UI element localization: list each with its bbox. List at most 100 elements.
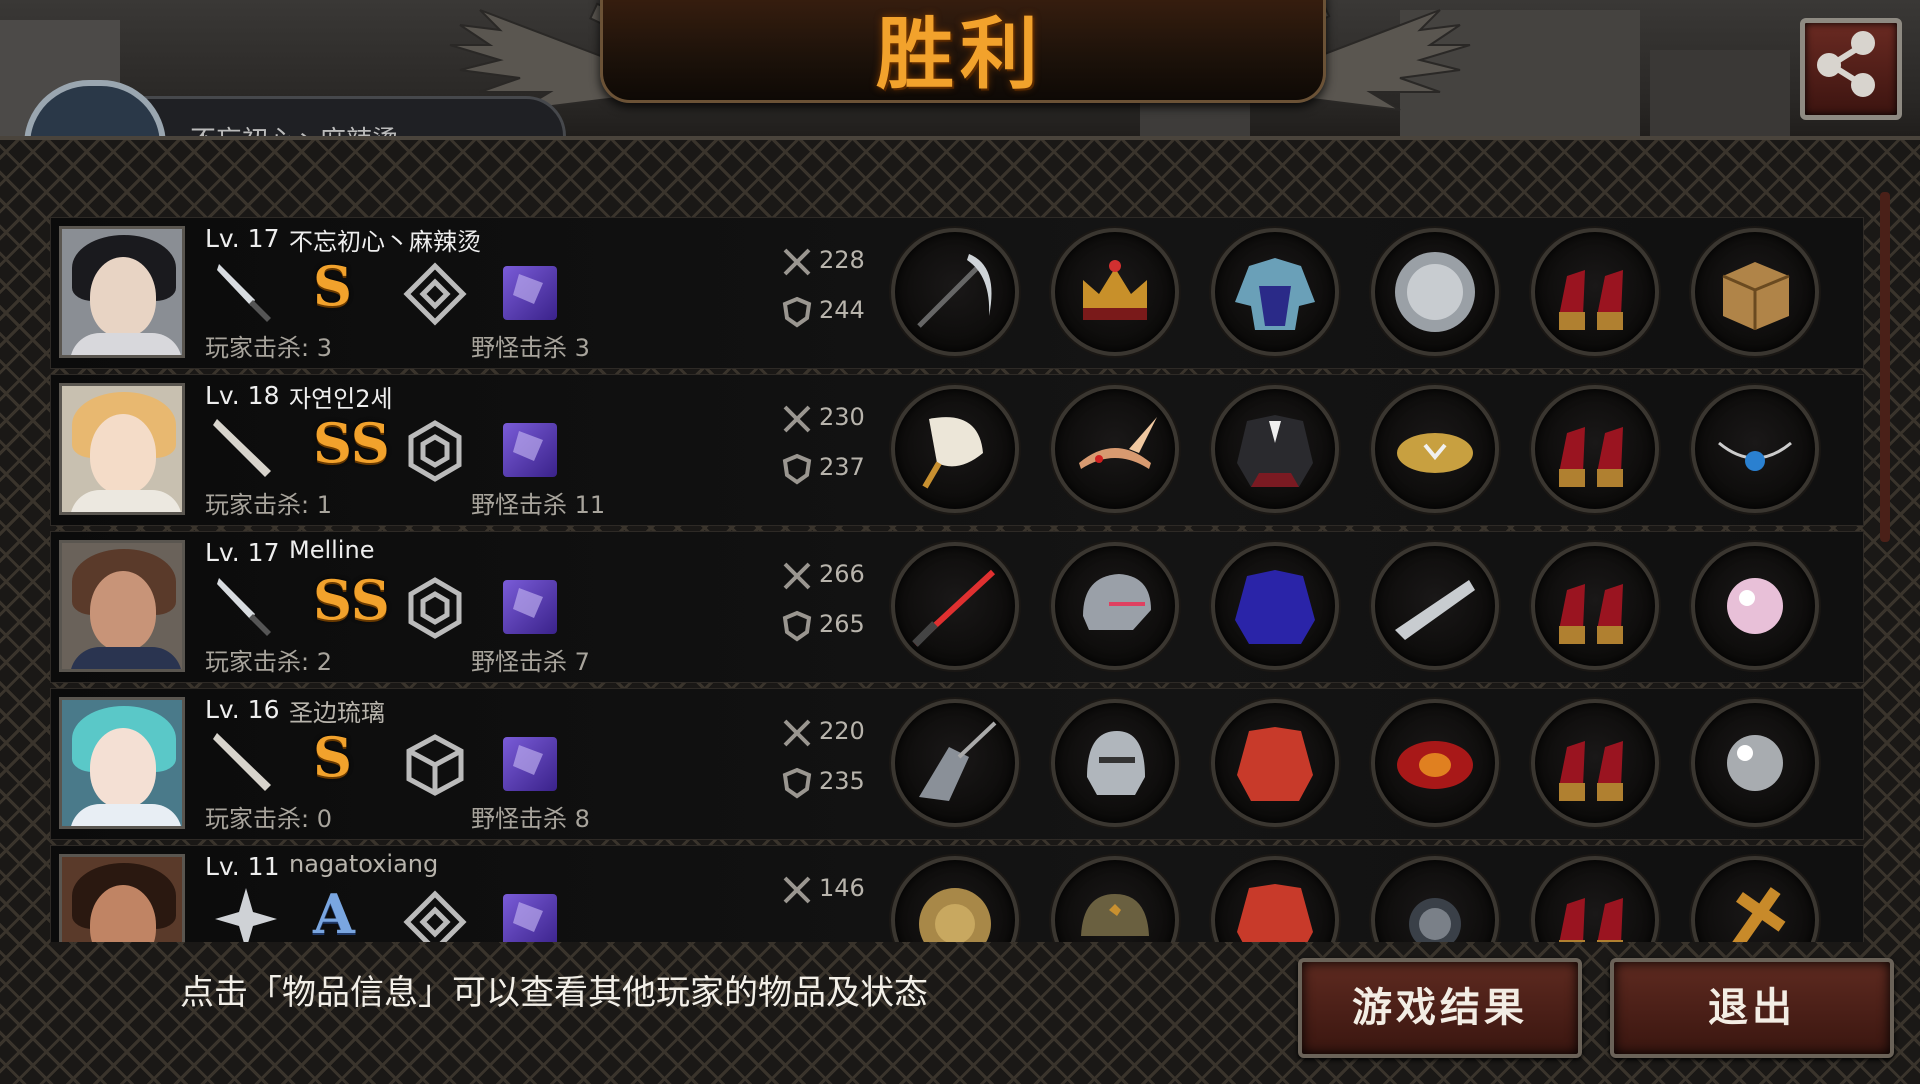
item-slot-arm[interactable] <box>1371 228 1499 356</box>
item-slot-accessory[interactable] <box>1691 542 1819 670</box>
item-slot-accessory[interactable] <box>1691 385 1819 513</box>
item-slot-head[interactable] <box>1051 385 1179 513</box>
red-heels-icon <box>1559 427 1623 487</box>
red-heels-icon <box>1559 270 1623 330</box>
blade-gauntlet-icon <box>1395 580 1475 640</box>
monster-kills: 野怪击杀 11 <box>471 491 606 519</box>
item-slot-weapon[interactable] <box>891 542 1019 670</box>
item-slot-chest[interactable] <box>1211 385 1339 513</box>
grade-badge: S <box>313 725 352 789</box>
item-slot-chest[interactable] <box>1211 699 1339 827</box>
player-portrait <box>59 697 185 829</box>
item-slot-leg[interactable] <box>1531 699 1659 827</box>
player-results-list[interactable]: Lv. 17 不忘初心丶麻辣烫 S 玩家击杀: 3 野怪击杀 3 228 244… <box>50 217 1865 942</box>
monster-kill-icon <box>503 266 557 320</box>
shield-icon <box>782 453 812 485</box>
player-portrait <box>59 383 185 515</box>
crossed-swords-icon <box>783 248 811 276</box>
item-slot-weapon[interactable] <box>891 699 1019 827</box>
item-slot-arm[interactable] <box>1371 385 1499 513</box>
grade-badge: S <box>313 254 352 318</box>
monster-kill-icon <box>503 894 557 942</box>
share-icon <box>1817 31 1875 97</box>
item-slot-arm[interactable] <box>1371 699 1499 827</box>
red-jacket-icon <box>1237 727 1313 801</box>
crossed-swords-icon <box>783 719 811 747</box>
item-slot-leg[interactable] <box>1531 542 1659 670</box>
helmet-icon <box>1083 574 1151 630</box>
item-slot-head[interactable] <box>1051 542 1179 670</box>
scythe-icon <box>917 254 992 328</box>
item-slot-weapon[interactable] <box>891 385 1019 513</box>
monster-kill-icon <box>503 580 557 634</box>
player-row[interactable]: Lv. 18 자연인2세 SS 玩家击杀: 1 野怪击杀 11 230 237 <box>50 374 1864 526</box>
game-results-button[interactable]: 游戏结果 <box>1298 958 1582 1058</box>
player-row[interactable]: Lv. 16 圣边琉璃 S 玩家击杀: 0 野怪击杀 8 220 235 <box>50 688 1864 840</box>
shuriken-icon <box>215 888 277 942</box>
cross-icon <box>1728 887 1786 942</box>
item-slot-leg[interactable] <box>1531 385 1659 513</box>
player-row[interactable]: Lv. 11 nagatoxiang A 146 <box>50 845 1864 942</box>
winged-tiara-icon <box>1079 417 1157 469</box>
statue-weapon-icon <box>919 721 997 801</box>
item-slot-accessory[interactable] <box>1691 699 1819 827</box>
red-heels-icon <box>1559 741 1623 801</box>
player-portrait <box>59 226 185 358</box>
player-portrait <box>59 854 185 942</box>
red-heels-icon <box>1559 584 1623 644</box>
item-slot-head[interactable] <box>1051 856 1179 942</box>
item-slot-head[interactable] <box>1051 699 1179 827</box>
watch-icon <box>1409 898 1461 942</box>
gem-necklace-icon <box>1718 441 1792 471</box>
list-scrollbar[interactable] <box>1880 192 1890 542</box>
item-slot-leg[interactable] <box>1531 856 1659 942</box>
crossed-swords-icon <box>783 562 811 590</box>
monster-kill-icon <box>503 423 557 477</box>
knife-icon <box>217 578 271 636</box>
player-level: Lv. 18 <box>205 381 280 410</box>
monster-kills: 野怪击杀 8 <box>471 805 590 833</box>
robe-icon <box>1235 258 1315 330</box>
player-row[interactable]: Lv. 17 Melline SS 玩家击杀: 2 野怪击杀 7 266 265 <box>50 531 1864 683</box>
item-slot-accessory[interactable] <box>1691 228 1819 356</box>
crossed-swords-icon <box>783 405 811 433</box>
grade-badge: SS <box>313 568 390 632</box>
tier-diamond-icon <box>403 890 467 942</box>
player-level: Lv. 11 <box>205 852 280 881</box>
item-slot-weapon[interactable] <box>891 856 1019 942</box>
player-level: Lv. 16 <box>205 695 280 724</box>
item-slot-head[interactable] <box>1051 228 1179 356</box>
monster-kills: 野怪击杀 7 <box>471 648 590 676</box>
item-slot-chest[interactable] <box>1211 542 1339 670</box>
item-slot-leg[interactable] <box>1531 228 1659 356</box>
knife-icon <box>217 264 271 322</box>
exit-button[interactable]: 退出 <box>1610 958 1894 1058</box>
share-button[interactable] <box>1800 18 1902 120</box>
army-helmet-icon <box>1081 894 1149 936</box>
item-slot-chest[interactable] <box>1211 856 1339 942</box>
shield-icon <box>782 767 812 799</box>
attack-stat: 228 <box>781 244 881 280</box>
item-slot-chest[interactable] <box>1211 228 1339 356</box>
round-shield-icon <box>919 888 991 942</box>
victory-title: 胜利 <box>875 9 1044 100</box>
attack-stat: 220 <box>781 715 881 751</box>
item-slot-weapon[interactable] <box>891 228 1019 356</box>
monster-kill-icon <box>503 737 557 791</box>
player-row[interactable]: Lv. 17 不忘初心丶麻辣烫 S 玩家击杀: 3 野怪击杀 3 228 244 <box>50 217 1864 369</box>
player-level: Lv. 17 <box>205 538 280 567</box>
grade-badge: A <box>313 882 355 942</box>
crown-icon <box>1083 260 1147 320</box>
ruby-bracelet-icon <box>1397 741 1473 789</box>
pearl-icon <box>1727 578 1783 634</box>
shield-icon <box>782 296 812 328</box>
fan-icon <box>922 417 983 489</box>
item-slot-arm[interactable] <box>1371 542 1499 670</box>
defense-stat: 237 <box>781 451 881 487</box>
attack-stat: 266 <box>781 558 881 594</box>
item-slot-accessory[interactable] <box>1691 856 1819 942</box>
player-level: Lv. 17 <box>205 224 280 253</box>
shield-icon <box>782 610 812 642</box>
defense-stat: 235 <box>781 765 881 801</box>
item-slot-arm[interactable] <box>1371 856 1499 942</box>
